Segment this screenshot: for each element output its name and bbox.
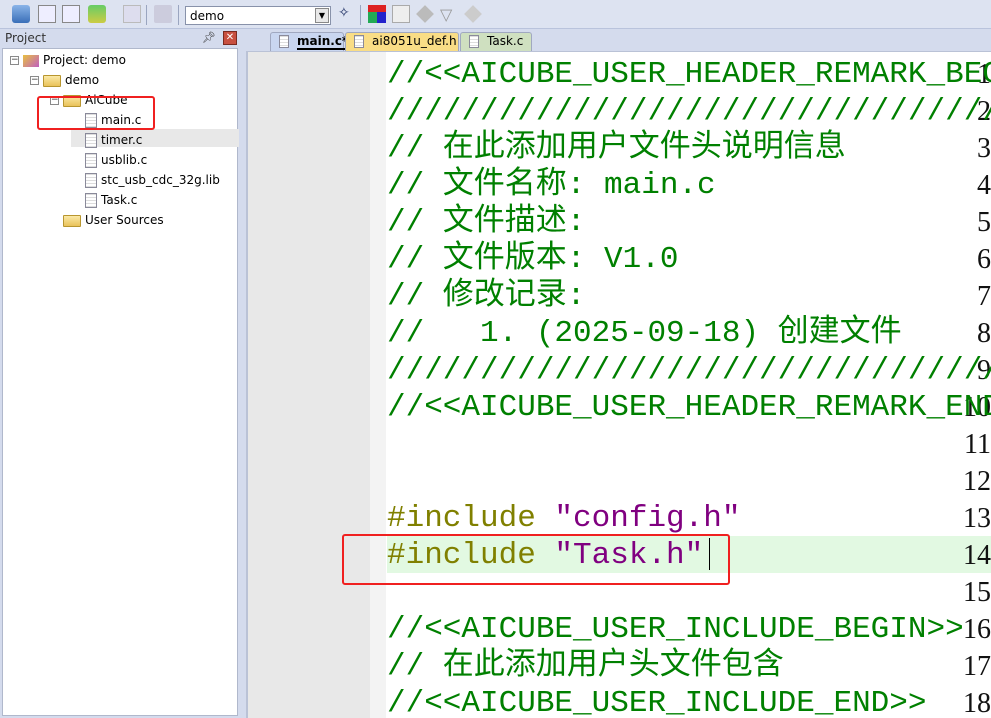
line-number: 5 [977,207,991,238]
code-line: //<<AICUBE_USER_HEADER_REMARK_END>> [387,390,991,425]
line-number: 11 [964,429,991,460]
collapse-icon[interactable]: − [30,76,39,85]
line-number: 4 [977,170,991,201]
line-number: 3 [977,133,991,164]
build-icon[interactable] [38,5,56,23]
manage-rte-icon[interactable] [464,5,482,23]
tree-label: stc_usb_cdc_32g.lib [101,173,220,187]
code-line: //////////////////////////////////////// [387,353,991,388]
file-icon [85,153,97,168]
panel-title: Project [5,31,47,45]
folder-icon [63,214,81,227]
tree-item-lib[interactable]: stc_usb_cdc_32g.lib [85,171,220,189]
tab-label: ai8051u_def.h [372,34,457,48]
code-line: // 文件名称: main.c [387,168,716,203]
code-line: //<<AICUBE_USER_HEADER_REMARK_BEGIN>> [387,57,991,92]
tree-label: Project: demo [43,53,126,67]
manage-components-icon[interactable] [368,5,386,23]
line-number-gutter [248,52,370,718]
code-line: // 文件描述: [387,205,586,240]
close-icon[interactable]: ✕ [223,31,237,45]
tree-item-timer-c[interactable]: timer.c [85,131,142,149]
line-number: 6 [977,244,991,275]
code-line: // 在此添加用户头文件包含 [387,649,784,684]
line-number: 7 [977,281,991,312]
code-line: // 文件版本: V1.0 [387,242,679,277]
code-line: //<<AICUBE_USER_INCLUDE_END>> [387,686,927,718]
line-number: 13 [963,503,991,534]
code-line: #include "config.h" [387,500,740,537]
tab-label: Task.c [487,34,524,48]
stop-build-icon [123,5,141,23]
load-icon [154,5,172,23]
line-number: 14 [963,540,991,571]
tree-label: usblib.c [101,153,148,167]
rebuild-icon[interactable] [62,5,80,23]
line-number: 15 [963,577,991,608]
pin-icon[interactable]: 📌︎ [202,31,216,44]
project-panel: Project 📌︎ ✕ − Project: demo − demo − Ai… [0,30,240,718]
manage-project-items-icon[interactable] [392,5,410,23]
code-line: // 在此添加用户文件头说明信息 [387,131,846,166]
code-line: //////////////////////////////////////// [387,94,991,129]
translate-icon[interactable] [12,5,30,23]
line-number: 12 [963,466,991,497]
target-select[interactable]: demo ▼ [185,6,331,25]
folder-icon [43,74,61,87]
chevron-down-icon[interactable]: ▼ [315,8,329,23]
tab-task-c[interactable]: Task.c [460,32,532,51]
file-icon [279,35,289,48]
file-icon [85,133,97,148]
tree-item-user-sources[interactable]: User Sources [63,211,164,229]
tree-item-demo[interactable]: demo [43,71,99,89]
pack-installer-icon[interactable]: ▽ [440,5,458,24]
file-icon [85,173,97,188]
collapse-icon[interactable]: − [10,56,19,65]
file-icon [469,35,479,48]
code-editor[interactable]: 1//<<AICUBE_USER_HEADER_REMARK_BEGIN>>2/… [246,51,991,718]
line-number: 17 [963,651,991,682]
file-icon [354,35,364,48]
tree-label: Task.c [101,193,138,207]
tree-item-project[interactable]: Project: demo [23,51,126,69]
highlight-annotation [342,534,730,585]
string-literal: "config.h" [535,501,741,536]
tree-label: User Sources [85,213,164,227]
toolbar: demo ▼ ✧ ▽ [0,0,991,29]
editor-tabs: main.c* ai8051u_def.h Task.c [246,30,991,51]
fold-margin [370,52,386,718]
highlight-annotation [37,96,155,130]
tab-main-c[interactable]: main.c* [270,32,349,51]
tree-label: timer.c [101,133,143,147]
tab-ai8051u-def-h[interactable]: ai8051u_def.h [345,32,459,51]
code-line: // 1. (2025-09-18) 创建文件 [387,316,902,351]
preprocessor-keyword: #include [387,501,536,536]
batch-build-icon[interactable] [88,5,106,23]
select-packs-icon[interactable] [416,5,434,23]
project-tree: − Project: demo − demo − AiCube main.c t… [2,48,239,716]
project-icon [23,54,39,67]
tree-label: demo [65,73,100,87]
target-value: demo [190,9,225,23]
code-line: // 修改记录: [387,279,586,314]
code-line: //<<AICUBE_USER_INCLUDE_BEGIN>> [387,612,964,647]
tree-item-task-c[interactable]: Task.c [85,191,137,209]
file-icon [85,193,97,208]
target-options-icon[interactable]: ✧ [338,5,356,23]
tab-label: main.c* [297,34,349,50]
tree-item-usblib-c[interactable]: usblib.c [85,151,147,169]
